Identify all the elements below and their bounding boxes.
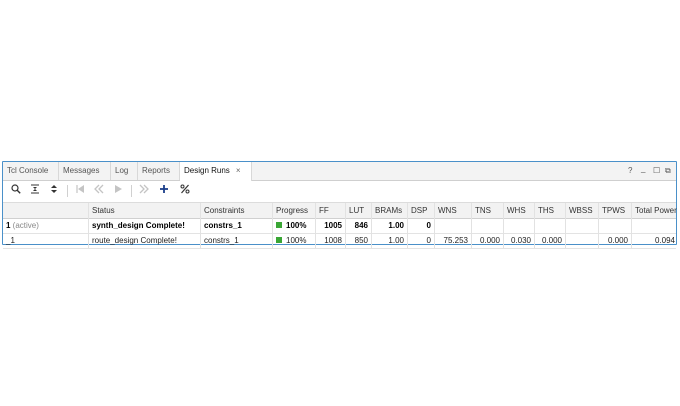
popout-icon[interactable]: ⧉ (665, 166, 671, 176)
run-brams: 1.00 (372, 218, 408, 233)
progress-text: 100% (286, 221, 307, 230)
run-tpws: 0.000 (599, 233, 632, 248)
tab-label: Log (115, 166, 129, 175)
toolbar (3, 181, 676, 203)
search-icon[interactable] (9, 184, 23, 198)
previous-icon[interactable] (92, 184, 106, 198)
tab-design-runs[interactable]: Design Runs × (180, 162, 252, 181)
progress-text: 100% (286, 236, 307, 245)
tab-label: Messages (63, 166, 100, 175)
tab-reports[interactable]: Reports (138, 162, 180, 180)
run-total-power (632, 218, 678, 233)
progress-bar (276, 236, 282, 243)
percent-icon[interactable] (178, 184, 192, 198)
run-ths: 0.000 (535, 233, 566, 248)
run-tns (472, 218, 504, 233)
tab-bar: Tcl Console Messages Log Reports Design … (3, 162, 676, 181)
column-header-ths[interactable]: THS (535, 203, 566, 218)
column-header-total-power[interactable]: Total Power (632, 203, 678, 218)
next-icon[interactable] (137, 184, 151, 198)
table-row[interactable]: 1 (active) synth_design Complete! constr… (3, 218, 676, 234)
column-header-dsp[interactable]: DSP (408, 203, 435, 218)
reset-runs-icon[interactable] (73, 184, 87, 198)
column-header-wns[interactable]: WNS (435, 203, 472, 218)
run-ff: 1005 (316, 218, 346, 233)
run-whs (504, 218, 535, 233)
tab-messages[interactable]: Messages (59, 162, 111, 180)
run-wbss (566, 233, 599, 248)
column-header-tns[interactable]: TNS (472, 203, 504, 218)
design-runs-panel: Tcl Console Messages Log Reports Design … (2, 161, 678, 249)
run-lut: 850 (346, 233, 372, 248)
run-status: route_design Complete! (89, 233, 201, 248)
column-header-progress[interactable]: Progress (273, 203, 316, 218)
run-tpws (599, 218, 632, 233)
column-header-constraints[interactable]: Constraints (201, 203, 273, 218)
minimize-icon[interactable]: _ (641, 164, 645, 173)
tab-tcl-console[interactable]: Tcl Console (3, 162, 59, 180)
close-icon[interactable]: × (236, 166, 241, 175)
tab-label: Reports (142, 166, 171, 175)
column-header-name[interactable] (3, 203, 89, 218)
run-tns: 0.000 (472, 233, 504, 248)
run-lut: 846 (346, 218, 372, 233)
help-icon[interactable]: ? (628, 166, 632, 175)
run-ff: 1008 (316, 233, 346, 248)
column-header-whs[interactable]: WHS (504, 203, 535, 218)
run-progress: 100% (273, 218, 316, 233)
column-header-wbss[interactable]: WBSS (566, 203, 599, 218)
run-status: synth_design Complete! (89, 218, 201, 233)
column-header-brams[interactable]: BRAMs (372, 203, 408, 218)
run-icon[interactable] (111, 184, 125, 198)
toolbar-separator (67, 185, 68, 197)
column-header-status[interactable]: Status (89, 203, 201, 218)
run-dsp: 0 (408, 218, 435, 233)
toolbar-separator (131, 185, 132, 197)
tab-label: Design Runs (184, 166, 230, 175)
run-dsp: 0 (408, 233, 435, 248)
table-row[interactable]: _1 route_design Complete! constrs_1 100%… (3, 233, 676, 249)
run-brams: 1.00 (372, 233, 408, 248)
run-ths (535, 218, 566, 233)
run-wbss (566, 218, 599, 233)
restore-icon[interactable]: ☐ (653, 166, 660, 175)
table-header-row: Status Constraints Progress FF LUT BRAMs… (3, 203, 678, 219)
run-total-power: 0.094 (654, 236, 675, 245)
run-name: _1 (3, 233, 89, 248)
run-wns: 75.253 (435, 233, 472, 248)
add-icon[interactable] (157, 184, 171, 198)
tab-label: Tcl Console (7, 166, 49, 175)
tab-log[interactable]: Log (111, 162, 138, 180)
run-progress: 100% (273, 233, 316, 248)
run-name: 1 (active) (3, 218, 89, 233)
run-constraints: constrs_1 (201, 218, 273, 233)
column-header-tpws[interactable]: TPWS (599, 203, 632, 218)
run-constraints: constrs_1 (201, 233, 273, 248)
collapse-all-icon[interactable] (28, 184, 42, 198)
progress-bar (276, 221, 282, 228)
column-header-ff[interactable]: FF (316, 203, 346, 218)
expand-all-icon[interactable] (47, 184, 61, 198)
run-whs: 0.030 (504, 233, 535, 248)
column-header-lut[interactable]: LUT (346, 203, 372, 218)
run-wns (435, 218, 472, 233)
active-label: (active) (10, 221, 39, 230)
